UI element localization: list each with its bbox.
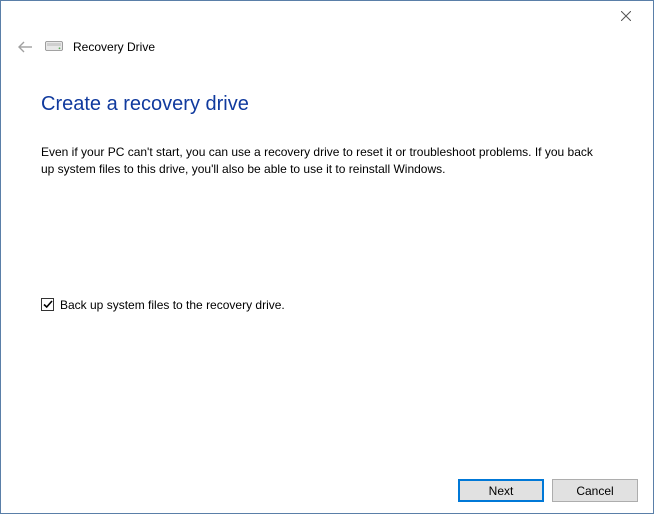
- back-button[interactable]: [15, 37, 35, 57]
- arrow-left-icon: [17, 41, 33, 53]
- drive-icon: [45, 41, 63, 53]
- close-icon: [621, 11, 631, 21]
- backup-checkbox-label: Back up system files to the recovery dri…: [60, 298, 285, 312]
- content-area: Create a recovery drive Even if your PC …: [1, 57, 653, 312]
- titlebar: [1, 1, 653, 31]
- checkmark-icon: [43, 300, 53, 309]
- close-button[interactable]: [613, 3, 639, 29]
- backup-checkbox[interactable]: [41, 298, 54, 311]
- breadcrumb-label: Recovery Drive: [73, 40, 155, 54]
- footer-buttons: Next Cancel: [458, 479, 638, 502]
- backup-checkbox-row[interactable]: Back up system files to the recovery dri…: [41, 298, 613, 312]
- breadcrumb: Recovery Drive: [1, 31, 653, 57]
- description-text: Even if your PC can't start, you can use…: [41, 144, 601, 178]
- cancel-button[interactable]: Cancel: [552, 479, 638, 502]
- page-title: Create a recovery drive: [41, 93, 613, 116]
- next-button[interactable]: Next: [458, 479, 544, 502]
